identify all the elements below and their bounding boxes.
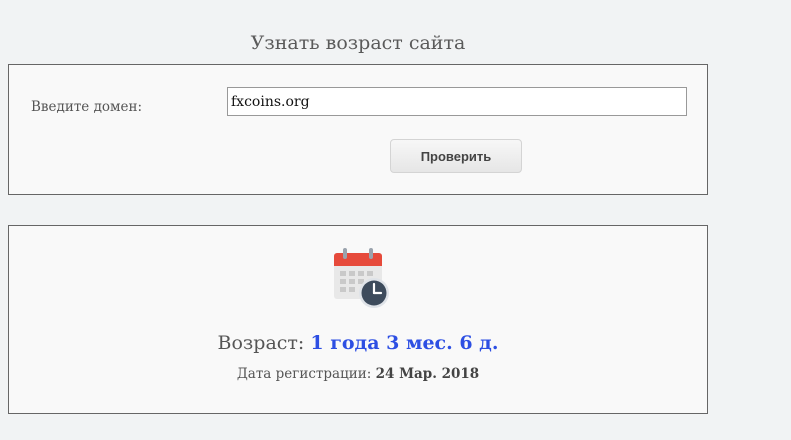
- age-value: 1 года 3 мес. 6 д.: [310, 332, 499, 354]
- check-button[interactable]: Проверить: [390, 139, 522, 173]
- domain-input[interactable]: [227, 87, 687, 116]
- domain-label: Введите домен:: [31, 99, 143, 115]
- page-title: Узнать возраст сайта: [250, 32, 466, 54]
- registration-label: Дата регистрации:: [236, 366, 372, 382]
- age-label: Возраст:: [217, 332, 305, 354]
- registration-date: 24 Мар. 2018: [375, 366, 480, 382]
- result-panel: Возраст: 1 года 3 мес. 6 д. Дата регистр…: [8, 225, 708, 414]
- registration-line: Дата регистрации: 24 Мар. 2018: [9, 366, 707, 382]
- age-line: Возраст: 1 года 3 мес. 6 д.: [9, 332, 707, 354]
- domain-form-panel: Введите домен: Проверить: [8, 64, 708, 195]
- calendar-clock-icon: [332, 247, 392, 309]
